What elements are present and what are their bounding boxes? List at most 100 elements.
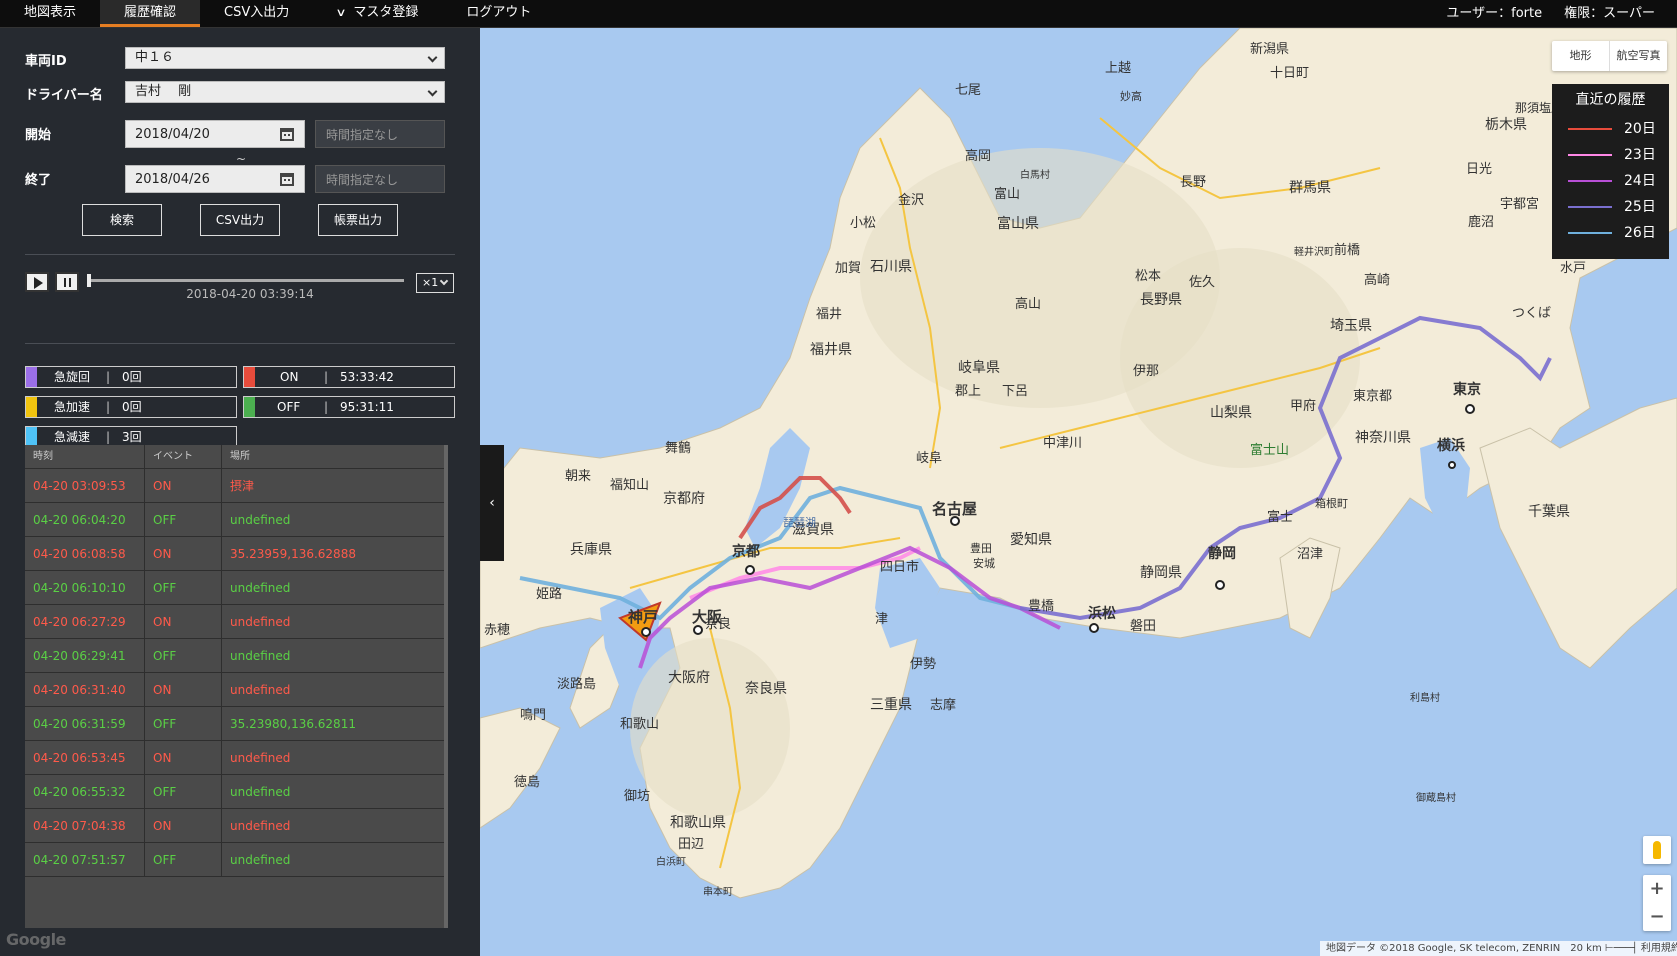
- map-label: 岐阜県: [958, 359, 1000, 376]
- nav-logout-label: ログアウト: [466, 5, 532, 20]
- pause-icon: [64, 278, 71, 287]
- nav-logout[interactable]: ログアウト: [442, 0, 555, 27]
- user-info: ユーザー：forte: [1446, 6, 1543, 21]
- map-label: 田辺: [678, 837, 704, 852]
- cell-event: OFF: [145, 707, 222, 740]
- city-dot-nagoya: [950, 516, 960, 526]
- table-row[interactable]: 04-20 06:27:29 ON undefined: [25, 605, 444, 639]
- table-row[interactable]: 04-20 06:04:20 OFF undefined: [25, 503, 444, 537]
- map-label: 十日町: [1270, 66, 1309, 81]
- table-row[interactable]: 04-20 03:09:53 ON 摂津: [25, 469, 444, 503]
- cell-event: OFF: [145, 571, 222, 604]
- zoom-control: + −: [1643, 875, 1671, 931]
- search-button[interactable]: 検索: [82, 204, 162, 236]
- zoom-in-button[interactable]: +: [1643, 875, 1671, 903]
- map-type-toggle: 地形 航空写真: [1552, 41, 1667, 71]
- cell-place: undefined: [230, 751, 291, 765]
- playback-speed-select[interactable]: ×1: [416, 273, 454, 293]
- map-label: 山梨県: [1210, 405, 1252, 421]
- stat-sharp-turn: 急旋回 | 0回: [25, 366, 237, 388]
- map-label: 軽井沢町: [1294, 245, 1334, 258]
- cell-place: undefined: [230, 615, 291, 629]
- stat-color-swatch: [244, 367, 255, 387]
- city-dot-tokyo: [1465, 404, 1475, 414]
- stat-value: 0回: [122, 370, 142, 384]
- calendar-icon[interactable]: [280, 173, 294, 186]
- playback-slider[interactable]: [87, 274, 404, 287]
- map-label: 白浜町: [656, 855, 686, 868]
- slider-handle[interactable]: [87, 274, 91, 287]
- play-button[interactable]: [25, 272, 49, 292]
- stat-value: 53:33:42: [340, 370, 394, 384]
- nav-csv-io-label: CSV入出力: [224, 5, 290, 20]
- play-icon: [34, 277, 43, 289]
- map-type-satellite-button[interactable]: 航空写真: [1609, 41, 1667, 71]
- panel-collapse-tab[interactable]: ‹: [480, 445, 504, 561]
- map-label: 沼津: [1297, 547, 1323, 562]
- table-row[interactable]: 04-20 07:04:38 ON undefined: [25, 809, 444, 843]
- nav-history-label: 履歴確認: [124, 5, 177, 20]
- cell-event: ON: [145, 537, 222, 570]
- map-label: 琵琶湖: [783, 516, 816, 529]
- chevron-down-icon: [427, 52, 438, 63]
- cell-time: 04-20 06:31:59: [25, 707, 145, 740]
- stat-divider: |: [106, 430, 111, 444]
- cell-place: undefined: [230, 819, 291, 833]
- map-label: 佐久: [1189, 275, 1215, 290]
- google-logo: Google: [6, 930, 66, 949]
- history-legend: 直近の履歴 20日 23日 24日 25日 26日: [1552, 84, 1669, 259]
- pause-button[interactable]: [55, 272, 79, 292]
- table-row[interactable]: 04-20 06:55:32 OFF undefined: [25, 775, 444, 809]
- vehicle-id-select[interactable]: 中１６: [125, 47, 445, 69]
- map-attribution[interactable]: 地図データ ©2018 Google, SK telecom, ZENRIN 2…: [1320, 941, 1677, 956]
- legend-label: 23日: [1624, 147, 1656, 163]
- csv-output-button[interactable]: CSV出力: [200, 204, 280, 236]
- cell-place: undefined: [230, 683, 291, 697]
- map-label: 加賀: [835, 261, 861, 276]
- map-label: 福井県: [810, 342, 852, 358]
- stat-color-swatch: [26, 367, 37, 387]
- map-label: 鹿沼: [1468, 214, 1494, 230]
- cell-time: 04-20 06:53:45: [25, 741, 145, 774]
- nav-map-view[interactable]: 地図表示: [0, 0, 100, 27]
- end-time-input[interactable]: 時間指定なし: [315, 165, 445, 193]
- stat-divider: |: [106, 370, 111, 384]
- start-time-input[interactable]: 時間指定なし: [315, 120, 445, 148]
- vehicle-id-value: 中１６: [135, 50, 175, 65]
- stat-color-swatch: [244, 397, 255, 417]
- cell-time: 04-20 06:55:32: [25, 775, 145, 808]
- map-type-terrain-button[interactable]: 地形: [1552, 41, 1609, 71]
- table-row[interactable]: 04-20 06:53:45 ON undefined: [25, 741, 444, 775]
- cell-place: undefined: [230, 581, 291, 595]
- table-row[interactable]: 04-20 07:51:57 OFF undefined: [25, 843, 444, 877]
- table-row[interactable]: 04-20 06:31:40 ON undefined: [25, 673, 444, 707]
- driver-name-label: ドライバー名: [25, 88, 103, 103]
- city-dot-shizuoka: [1215, 580, 1225, 590]
- stat-color-swatch: [26, 397, 37, 417]
- divider: [25, 343, 455, 344]
- legend-line: [1568, 206, 1612, 208]
- map-label: 上越: [1105, 61, 1131, 76]
- start-date-input[interactable]: 2018/04/20: [125, 120, 305, 148]
- table-scrollbar[interactable]: [444, 445, 447, 499]
- nav-master-registration[interactable]: ∨ マスタ登録: [313, 0, 442, 27]
- end-date-input[interactable]: 2018/04/26: [125, 165, 305, 193]
- table-row[interactable]: 04-20 06:08:58 ON 35.23959,136.62888: [25, 537, 444, 571]
- driver-name-select[interactable]: 吉村 剛: [125, 81, 445, 103]
- table-row[interactable]: 04-20 06:29:41 OFF undefined: [25, 639, 444, 673]
- city-dot-kobe: [641, 627, 651, 637]
- table-row[interactable]: 04-20 06:10:10 OFF undefined: [25, 571, 444, 605]
- street-view-pegman[interactable]: [1643, 836, 1671, 864]
- map-label: 朝来: [565, 469, 591, 484]
- map-label: 岐阜: [916, 450, 942, 466]
- nav-history[interactable]: 履歴確認: [100, 0, 201, 27]
- map-canvas[interactable]: 新潟県 十日町 七尾 高岡 富山 富山県 金沢 石川県 長野 長野県 群馬県 栃…: [480, 28, 1677, 956]
- cell-place: 35.23959,136.62888: [230, 547, 356, 561]
- map-label: 郡上: [955, 384, 981, 399]
- nav-csv-io[interactable]: CSV入出力: [200, 0, 313, 27]
- zoom-out-button[interactable]: −: [1643, 903, 1671, 931]
- report-output-button[interactable]: 帳票出力: [318, 204, 398, 236]
- map-label: 石川県: [870, 259, 912, 275]
- table-row[interactable]: 04-20 06:31:59 OFF 35.23980,136.62811: [25, 707, 444, 741]
- calendar-icon[interactable]: [280, 128, 294, 141]
